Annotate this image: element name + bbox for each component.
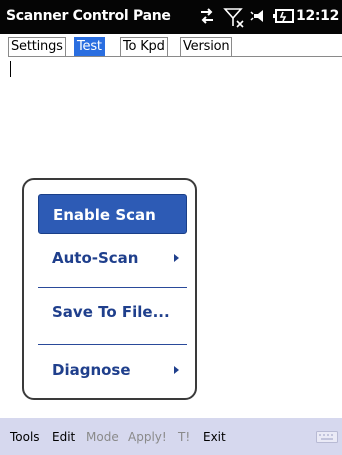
tab-settings[interactable]: Settings <box>8 37 66 56</box>
tab-test[interactable]: Test <box>74 37 105 56</box>
menu-item-auto-scan[interactable]: Auto-Scan <box>38 238 187 278</box>
menu-exit[interactable]: Exit <box>203 430 226 444</box>
window-title: Scanner Control Pane <box>6 8 171 24</box>
keyboard-icon[interactable] <box>316 431 338 443</box>
no-signal-icon[interactable] <box>223 6 245 28</box>
menu-item-label: Auto-Scan <box>52 249 139 267</box>
menu-item-label: Diagnose <box>52 361 131 379</box>
speaker-icon[interactable] <box>250 6 270 26</box>
menu-item-label: Save To File... <box>52 303 170 321</box>
tab-to-kpd[interactable]: To Kpd <box>120 37 168 56</box>
tab-version[interactable]: Version <box>180 37 233 56</box>
menu-item-label: Enable Scan <box>53 206 156 224</box>
menu-tools[interactable]: Tools <box>10 430 40 444</box>
menu-item-save-to-file[interactable]: Save To File... <box>38 292 187 332</box>
text-cursor <box>10 61 11 77</box>
menu-separator <box>38 287 187 288</box>
submenu-arrow-icon <box>174 254 179 262</box>
submenu-arrow-icon <box>174 366 179 374</box>
battery-icon[interactable] <box>273 6 295 26</box>
menu-mode[interactable]: Mode <box>86 430 119 444</box>
context-menu: Enable Scan Auto-Scan Save To File... Di… <box>22 178 197 400</box>
menu-item-enable-scan[interactable]: Enable Scan <box>38 194 187 234</box>
menu-edit[interactable]: Edit <box>52 430 75 444</box>
sync-icon[interactable] <box>197 6 217 26</box>
title-bar: Scanner Control Pane 12:12 <box>0 0 342 34</box>
menu-t[interactable]: T! <box>178 430 190 444</box>
clock[interactable]: 12:12 <box>296 8 339 24</box>
menu-item-diagnose[interactable]: Diagnose <box>38 350 187 390</box>
bottom-menu-bar: Tools Edit Mode Apply! T! Exit <box>0 418 342 455</box>
menu-separator <box>38 344 187 345</box>
menu-apply[interactable]: Apply! <box>128 430 167 444</box>
tab-divider <box>8 56 342 57</box>
